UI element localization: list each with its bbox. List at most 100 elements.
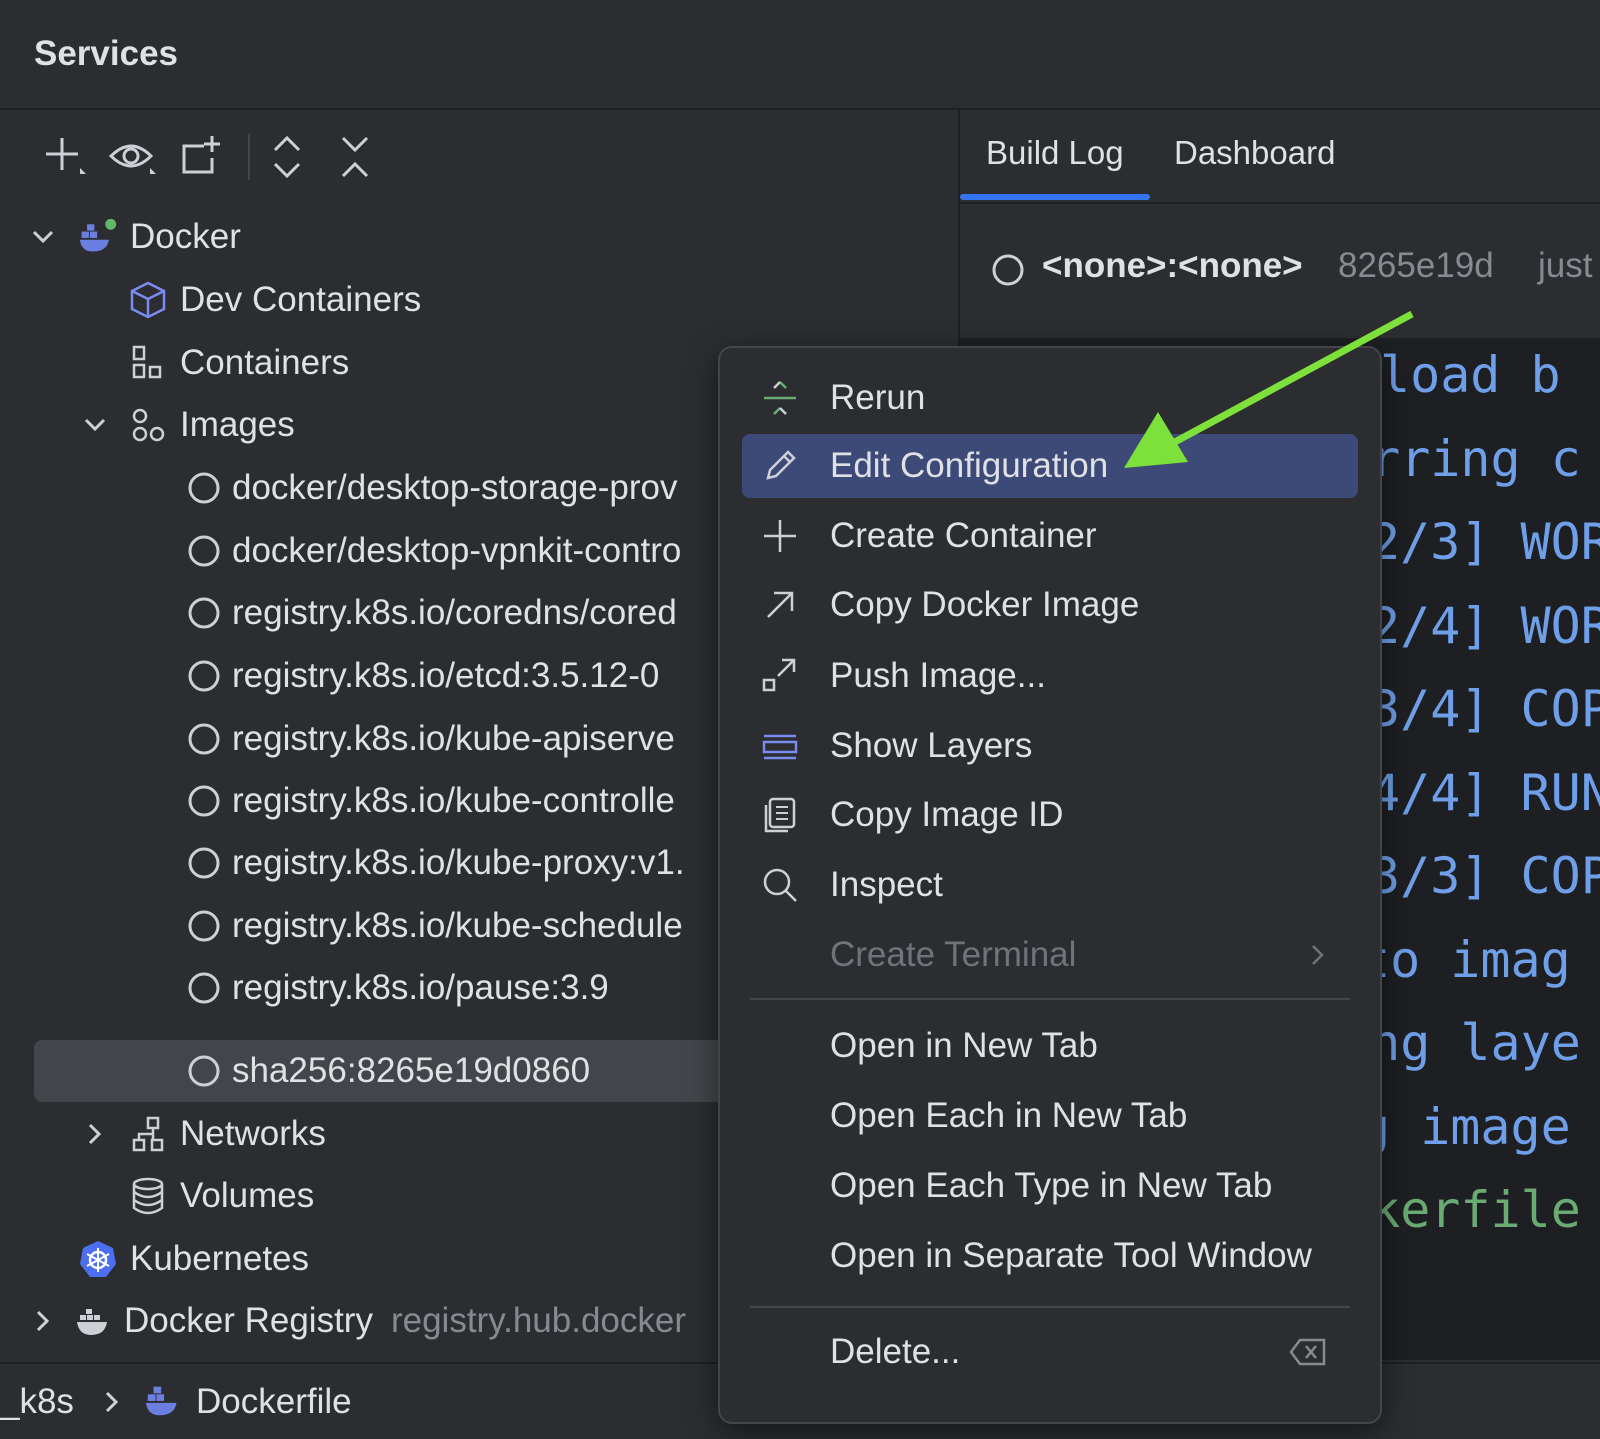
- breadcrumb-project[interactable]: _k8s: [0, 1382, 74, 1422]
- tree-label: Kubernetes: [130, 1239, 310, 1278]
- image-label: docker/desktop-vpnkit-contro: [232, 531, 682, 570]
- image-circle-icon: [184, 656, 224, 696]
- menu-label: Delete...: [830, 1332, 961, 1371]
- menu-item-create-container[interactable]: Create Container: [742, 504, 1358, 568]
- menu-separator: [750, 998, 1350, 1000]
- new-tab-button[interactable]: [176, 132, 226, 182]
- image-label: registry.k8s.io/kube-schedule: [232, 906, 683, 945]
- tree-node-docker[interactable]: Docker: [0, 206, 958, 268]
- log-line: g image: [1360, 1097, 1571, 1156]
- chevron-right-icon[interactable]: [80, 1119, 110, 1149]
- menu-item-open-in-separate-tool-window[interactable]: Open in Separate Tool Window: [742, 1224, 1358, 1288]
- eye-icon: [108, 144, 156, 174]
- log-line: 3/3] COP: [1370, 847, 1600, 905]
- tool-window-header: Services: [0, 0, 1600, 110]
- tree-label: Dev Containers: [180, 280, 422, 319]
- active-tab-indicator: [960, 194, 1150, 200]
- database-icon: [128, 1176, 168, 1216]
- tool-window-title: Services: [34, 34, 179, 73]
- menu-item-copy-docker-image[interactable]: Copy Docker Image: [742, 573, 1358, 637]
- copy-icon: [760, 795, 800, 835]
- image-label: registry.k8s.io/etcd:3.5.12-0: [232, 656, 660, 695]
- pencil-icon: [760, 446, 800, 486]
- menu-item-copy-image-id[interactable]: Copy Image ID: [742, 783, 1358, 847]
- image-circle-icon: [184, 968, 224, 1008]
- kubernetes-icon: [78, 1239, 118, 1279]
- image-circle-icon: [184, 531, 224, 571]
- image-time: just: [1538, 246, 1593, 285]
- menu-label: Open in Separate Tool Window: [830, 1236, 1312, 1275]
- menu-item-create-terminal: Create Terminal: [742, 923, 1358, 987]
- search-icon: [760, 865, 800, 905]
- menu-label: Copy Docker Image: [830, 585, 1140, 624]
- tree-label: Images: [180, 405, 295, 444]
- menu-item-show-layers[interactable]: Show Layers: [742, 714, 1358, 778]
- chevron-right-icon: [1298, 935, 1338, 975]
- rerun-icon: [760, 378, 800, 418]
- menu-item-delete[interactable]: Delete...: [742, 1320, 1358, 1384]
- menu-label: Create Container: [830, 516, 1097, 555]
- image-circle-icon: [184, 843, 224, 883]
- log-line: to imag: [1360, 930, 1571, 989]
- menu-label: Create Terminal: [830, 935, 1077, 974]
- tree-label: Docker: [130, 217, 241, 256]
- image-label: registry.k8s.io/kube-proxy:v1.: [232, 843, 685, 882]
- image-label: sha256:8265e19d0860: [232, 1051, 591, 1090]
- menu-label: Open in New Tab: [830, 1026, 1098, 1065]
- menu-separator: [750, 1306, 1350, 1308]
- registry-name: Docker Registry: [124, 1301, 373, 1340]
- context-menu: Rerun Edit Configuration Create Containe…: [718, 346, 1382, 1424]
- log-line: 4/4] RUN: [1370, 763, 1600, 822]
- expand-all-button[interactable]: [262, 132, 312, 182]
- containers-icon: [128, 343, 168, 383]
- image-circle-icon: [184, 781, 224, 821]
- menu-item-inspect[interactable]: Inspect: [742, 853, 1358, 917]
- menu-label: Push Image...: [830, 656, 1046, 695]
- collapse-all-icon: [341, 136, 369, 178]
- layers-icon: [760, 726, 800, 766]
- menu-label: Edit Configuration: [830, 446, 1109, 485]
- menu-item-push-image[interactable]: Push Image...: [742, 644, 1358, 708]
- chevron-down-icon[interactable]: [28, 222, 58, 252]
- expand-all-icon: [273, 135, 301, 179]
- tab-build-log[interactable]: Build Log: [986, 134, 1124, 172]
- tree-node-dev-containers[interactable]: Dev Containers: [0, 269, 958, 331]
- collapse-all-button[interactable]: [330, 132, 380, 182]
- log-line: 2/4] WOR: [1370, 596, 1600, 655]
- docker-registry-icon: [74, 1301, 114, 1341]
- add-service-button[interactable]: [40, 132, 90, 182]
- breadcrumb-file[interactable]: Dockerfile: [196, 1382, 352, 1422]
- log-line: 3/4] COP: [1370, 680, 1600, 738]
- push-icon: [760, 656, 800, 696]
- tree-label: Volumes: [180, 1176, 315, 1215]
- image-label: registry.k8s.io/pause:3.9: [232, 968, 609, 1007]
- image-id: 8265e19d: [1338, 246, 1494, 285]
- menu-item-open-in-new-tab[interactable]: Open in New Tab: [742, 1014, 1358, 1078]
- tab-dashboard[interactable]: Dashboard: [1174, 134, 1335, 172]
- docker-file-icon: [145, 1386, 177, 1416]
- image-label: registry.k8s.io/kube-controlle: [232, 781, 675, 820]
- plus-icon: [760, 516, 800, 556]
- chevron-down-icon[interactable]: [80, 410, 110, 440]
- toolbar-separator: [248, 134, 250, 180]
- image-label: docker/desktop-storage-prov: [232, 468, 678, 507]
- image-circle-icon: [184, 593, 224, 633]
- new-tab-icon: [182, 136, 220, 174]
- menu-label: Open Each in New Tab: [830, 1096, 1188, 1135]
- network-icon: [128, 1114, 168, 1154]
- image-name: <none>:<none>: [1042, 246, 1303, 285]
- tree-label: Networks: [180, 1114, 326, 1153]
- menu-item-open-each-in-new-tab[interactable]: Open Each in New Tab: [742, 1084, 1358, 1148]
- image-circle-icon: [184, 468, 224, 508]
- menu-label: Rerun: [830, 378, 926, 417]
- menu-label: Open Each Type in New Tab: [830, 1166, 1273, 1205]
- services-toolbar: [0, 110, 958, 200]
- image-status-icon: [992, 254, 1024, 286]
- view-options-button[interactable]: [108, 132, 158, 182]
- tree-label: Docker Registry registry.hub.docker: [124, 1301, 686, 1341]
- delete-key-icon: [1288, 1332, 1328, 1372]
- menu-item-open-each-type-in-new-tab[interactable]: Open Each Type in New Tab: [742, 1154, 1358, 1218]
- chevron-right-icon[interactable]: [28, 1306, 58, 1336]
- images-icon: [128, 405, 168, 445]
- tree-label: Containers: [180, 343, 350, 382]
